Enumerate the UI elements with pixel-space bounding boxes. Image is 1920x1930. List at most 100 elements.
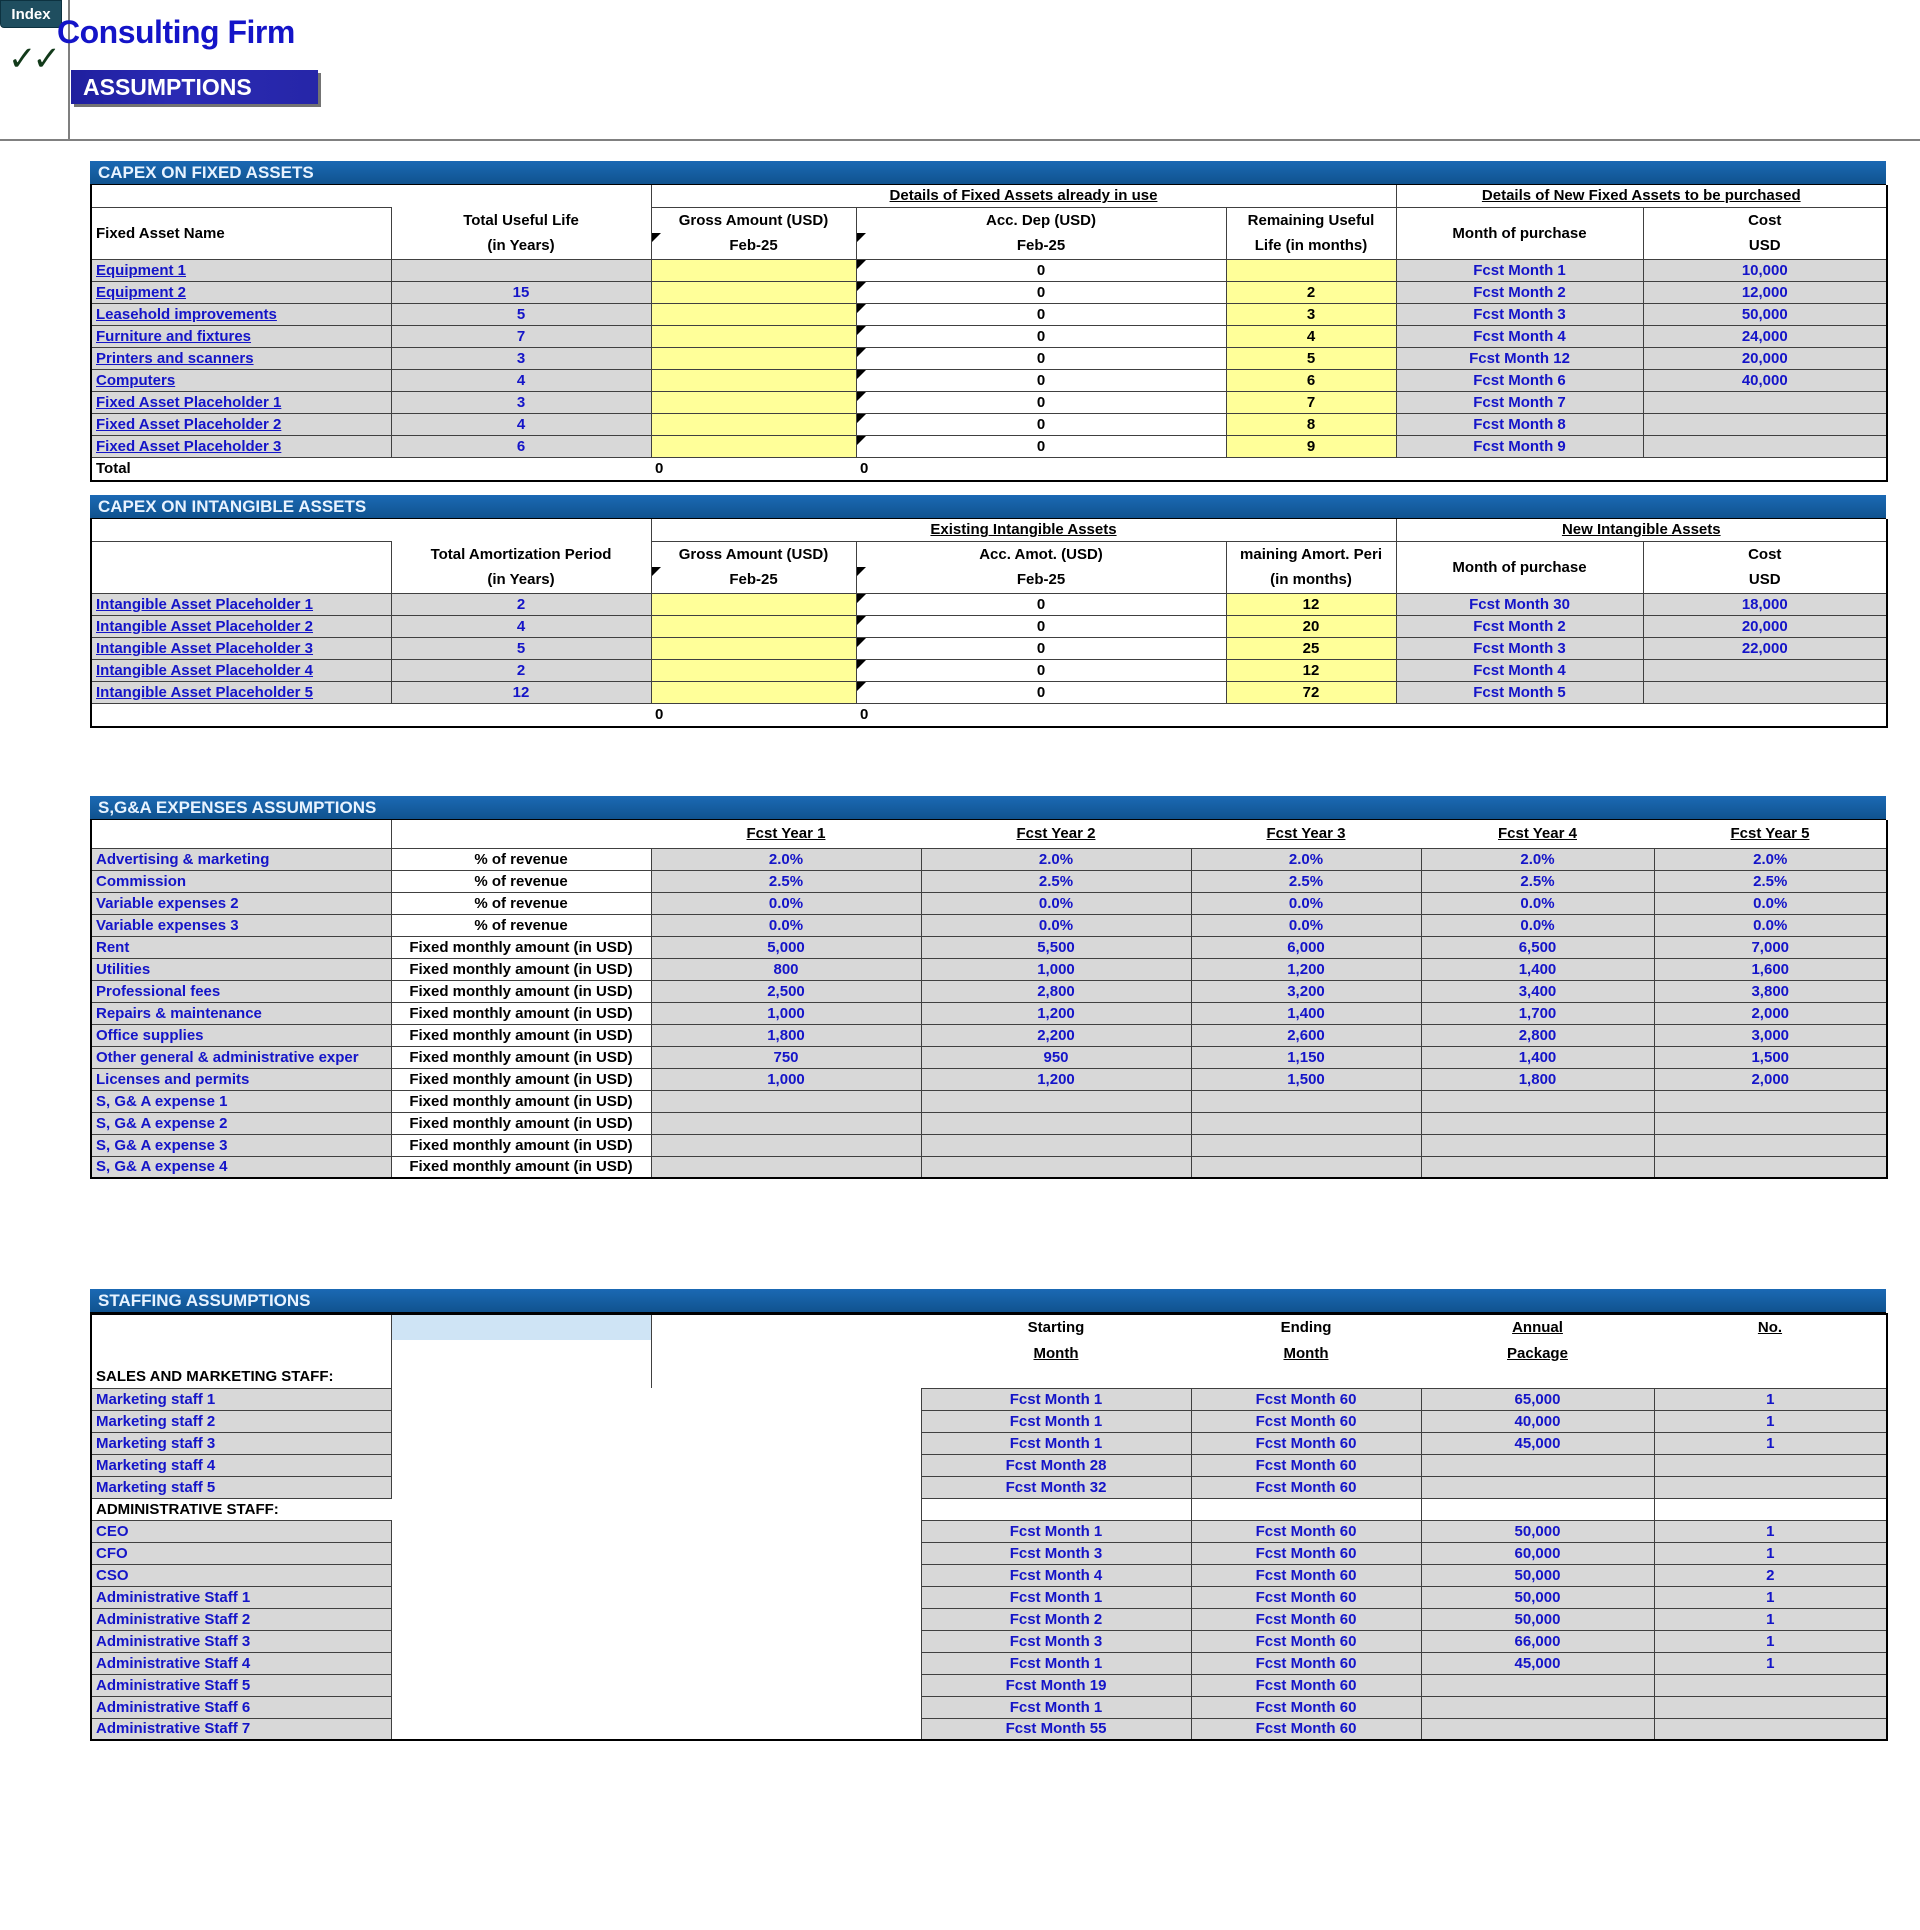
- table-row[interactable]: Marketing staff 1 Fcst Month 1 Fcst Month …: [90, 1387, 1888, 1411]
- sga-y1[interactable]: 800: [650, 957, 922, 981]
- table-row[interactable]: Marketing staff 4 Fcst Month 28 Fcst Month…: [90, 1453, 1888, 1477]
- staff-end-month[interactable]: Fcst Month 60: [1190, 1585, 1422, 1609]
- sga-basis[interactable]: Fixed monthly amount (in USD): [390, 1155, 652, 1179]
- staff-count[interactable]: 1: [1653, 1629, 1888, 1653]
- staff-start-month[interactable]: Fcst Month 28: [920, 1453, 1192, 1477]
- staff-name[interactable]: Administrative Staff 6: [90, 1695, 392, 1719]
- table-row[interactable]: Intangible Asset Placeholder 3 5 0 25 Fcst M…: [90, 636, 1888, 660]
- fixed-asset-life[interactable]: 4: [390, 412, 652, 436]
- fixed-asset-life[interactable]: 4: [390, 368, 652, 392]
- staff-name[interactable]: Administrative Staff 7: [90, 1717, 392, 1741]
- sga-basis[interactable]: Fixed monthly amount (in USD): [390, 957, 652, 981]
- sga-y1[interactable]: 2,500: [650, 979, 922, 1003]
- staff-name[interactable]: CSO: [90, 1563, 392, 1587]
- staff-name[interactable]: CFO: [90, 1541, 392, 1565]
- staff-end-month[interactable]: Fcst Month 60: [1190, 1387, 1422, 1411]
- sga-y2[interactable]: 0.0%: [920, 913, 1192, 937]
- sga-y5[interactable]: 0.0%: [1653, 913, 1888, 937]
- intangible-asset-name[interactable]: Intangible Asset Placeholder 1: [90, 592, 392, 616]
- staff-name[interactable]: Marketing staff 4: [90, 1453, 392, 1477]
- sga-y2[interactable]: [920, 1089, 1192, 1113]
- staff-end-month[interactable]: Fcst Month 60: [1190, 1607, 1422, 1631]
- fixed-asset-cost[interactable]: [1642, 412, 1888, 436]
- sga-basis[interactable]: % of revenue: [390, 869, 652, 893]
- sga-basis[interactable]: % of revenue: [390, 891, 652, 915]
- sga-y4[interactable]: 1,700: [1420, 1001, 1655, 1025]
- table-row[interactable]: Rent Fixed monthly amount (in USD) 5,000 5,…: [90, 935, 1888, 959]
- fixed-asset-accdep[interactable]: 0: [855, 302, 1227, 326]
- fixed-asset-accdep[interactable]: 0: [855, 324, 1227, 348]
- table-row[interactable]: Intangible Asset Placeholder 4 2 0 12 Fcst M…: [90, 658, 1888, 682]
- staff-count[interactable]: 2: [1653, 1563, 1888, 1587]
- sga-y1[interactable]: 5,000: [650, 935, 922, 959]
- fixed-asset-life[interactable]: 3: [390, 346, 652, 370]
- sga-y5[interactable]: 2.0%: [1653, 847, 1888, 871]
- sga-basis[interactable]: % of revenue: [390, 847, 652, 871]
- intangible-asset-name[interactable]: Intangible Asset Placeholder 4: [90, 658, 392, 682]
- staff-name[interactable]: Administrative Staff 3: [90, 1629, 392, 1653]
- sga-y4[interactable]: [1420, 1111, 1655, 1135]
- fixed-asset-gross[interactable]: [650, 324, 857, 348]
- staff-count[interactable]: 1: [1653, 1431, 1888, 1455]
- staff-start-month[interactable]: Fcst Month 1: [920, 1431, 1192, 1455]
- fixed-asset-life[interactable]: [390, 258, 652, 282]
- sga-item-name[interactable]: Office supplies: [90, 1023, 392, 1047]
- fixed-asset-name[interactable]: Fixed Asset Placeholder 2: [90, 412, 392, 436]
- table-row[interactable]: S, G& A expense 2 Fixed monthly amount (i…: [90, 1111, 1888, 1135]
- staff-start-month[interactable]: Fcst Month 3: [920, 1629, 1192, 1653]
- sga-y1[interactable]: 0.0%: [650, 891, 922, 915]
- sga-y2[interactable]: 5,500: [920, 935, 1192, 959]
- table-row[interactable]: Variable expenses 3% of revenue 0.0% 0.0% 0…: [90, 913, 1888, 937]
- staff-start-month[interactable]: Fcst Month 2: [920, 1607, 1192, 1631]
- fixed-asset-accdep[interactable]: 0: [855, 434, 1227, 458]
- fixed-asset-month[interactable]: Fcst Month 1: [1395, 258, 1644, 282]
- intangible-asset-period[interactable]: 5: [390, 636, 652, 660]
- intangible-asset-cost[interactable]: [1642, 680, 1888, 704]
- staff-start-month[interactable]: Fcst Month 55: [920, 1717, 1192, 1741]
- staff-annual-package[interactable]: 40,000: [1420, 1409, 1655, 1433]
- fixed-asset-accdep[interactable]: 0: [855, 346, 1227, 370]
- table-row[interactable]: Variable expenses 2% of revenue 0.0% 0.0% 0…: [90, 891, 1888, 915]
- staff-count[interactable]: 1: [1653, 1409, 1888, 1433]
- sga-y3[interactable]: 1,200: [1190, 957, 1422, 981]
- sga-y3[interactable]: 6,000: [1190, 935, 1422, 959]
- table-row[interactable]: Administrative Staff 4 Fcst Month 1 Fcst M…: [90, 1651, 1888, 1675]
- intangible-asset-remaining[interactable]: 72: [1225, 680, 1397, 704]
- fixed-asset-accdep[interactable]: 0: [855, 368, 1227, 392]
- sga-y1[interactable]: [650, 1133, 922, 1157]
- sga-item-name[interactable]: Licenses and permits: [90, 1067, 392, 1091]
- sga-basis[interactable]: Fixed monthly amount (in USD): [390, 1133, 652, 1157]
- sga-item-name[interactable]: Other general & administrative exper: [90, 1045, 392, 1069]
- fixed-asset-month[interactable]: Fcst Month 9: [1395, 434, 1644, 458]
- sga-y1[interactable]: [650, 1111, 922, 1135]
- staff-annual-package[interactable]: 50,000: [1420, 1585, 1655, 1609]
- table-row[interactable]: Intangible Asset Placeholder 1 2 0 12 Fcst M…: [90, 592, 1888, 616]
- staff-end-month[interactable]: Fcst Month 60: [1190, 1431, 1422, 1455]
- staff-annual-package[interactable]: [1420, 1717, 1655, 1741]
- fixed-asset-name[interactable]: Computers: [90, 368, 392, 392]
- staff-annual-package[interactable]: 50,000: [1420, 1563, 1655, 1587]
- fixed-asset-remaining[interactable]: 7: [1225, 390, 1397, 414]
- intangible-asset-gross[interactable]: [650, 614, 857, 638]
- intangible-asset-name[interactable]: Intangible Asset Placeholder 3: [90, 636, 392, 660]
- table-row[interactable]: Other general & administrative exper Fixe…: [90, 1045, 1888, 1069]
- table-row[interactable]: Repairs & maintenance Fixed monthly amoun…: [90, 1001, 1888, 1025]
- staff-annual-package[interactable]: 50,000: [1420, 1519, 1655, 1543]
- sga-y1[interactable]: 1,000: [650, 1067, 922, 1091]
- sga-y2[interactable]: [920, 1111, 1192, 1135]
- sga-item-name[interactable]: Advertising & marketing: [90, 847, 392, 871]
- fixed-asset-life[interactable]: 15: [390, 280, 652, 304]
- fixed-asset-remaining[interactable]: 8: [1225, 412, 1397, 436]
- staff-name[interactable]: Administrative Staff 1: [90, 1585, 392, 1609]
- sga-basis[interactable]: Fixed monthly amount (in USD): [390, 1045, 652, 1069]
- sga-basis[interactable]: % of revenue: [390, 913, 652, 937]
- sga-y4[interactable]: 1,800: [1420, 1067, 1655, 1091]
- sga-basis[interactable]: Fixed monthly amount (in USD): [390, 979, 652, 1003]
- staff-end-month[interactable]: Fcst Month 60: [1190, 1629, 1422, 1653]
- fixed-asset-cost[interactable]: 24,000: [1642, 324, 1888, 348]
- staff-end-month[interactable]: Fcst Month 60: [1190, 1519, 1422, 1543]
- staff-count[interactable]: [1653, 1673, 1888, 1697]
- intangible-asset-accamot[interactable]: 0: [855, 614, 1227, 638]
- fixed-asset-cost[interactable]: 40,000: [1642, 368, 1888, 392]
- sga-item-name[interactable]: Commission: [90, 869, 392, 893]
